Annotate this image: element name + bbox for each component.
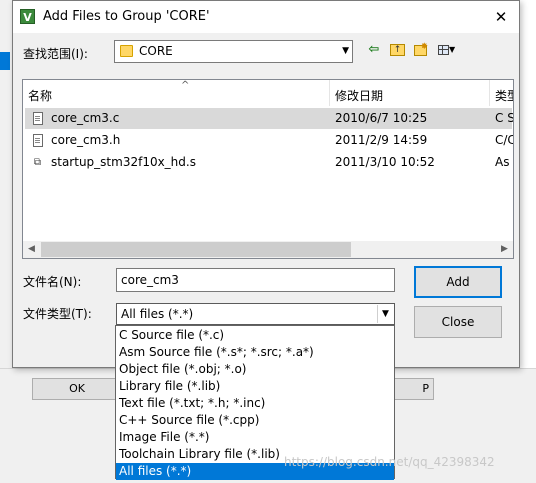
file-type-select[interactable]: All files (*.*) ▼: [116, 303, 395, 325]
file-name: core_cm3.c: [51, 111, 120, 125]
dropdown-option[interactable]: C++ Source file (*.cpp): [116, 412, 394, 429]
file-date: 2011/3/10 10:52: [335, 155, 435, 169]
dialog-title: Add Files to Group 'CORE': [43, 9, 210, 24]
c-file-icon: [33, 112, 43, 125]
asm-file-icon: ⧉: [33, 157, 42, 168]
scroll-right-icon[interactable]: ▶: [496, 241, 513, 258]
title-bar: V Add Files to Group 'CORE' ✕: [13, 1, 519, 33]
list-header: ^ 名称 修改日期 类型: [23, 80, 513, 106]
file-type-label: 文件类型(T):: [23, 307, 92, 321]
file-list[interactable]: ^ 名称 修改日期 类型 core_cm3.c 2010/6/7 10:25 C…: [22, 79, 514, 259]
file-type: C/C: [495, 133, 513, 147]
column-header-type[interactable]: 类型: [489, 80, 513, 106]
file-date: 2010/6/7 10:25: [335, 111, 428, 125]
column-header-date[interactable]: 修改日期: [329, 80, 489, 106]
h-file-icon: [33, 134, 43, 147]
scroll-left-icon[interactable]: ◀: [23, 241, 40, 258]
watermark-text: https://blog.csdn.net/qq_42398342: [284, 455, 495, 469]
file-name-label: 文件名(N):: [23, 275, 82, 289]
file-type: C S: [495, 111, 513, 125]
close-icon[interactable]: ✕: [489, 5, 513, 29]
file-date: 2011/2/9 14:59: [335, 133, 428, 147]
file-row[interactable]: core_cm3.h 2011/2/9 14:59 C/C: [25, 130, 513, 151]
add-files-dialog: V Add Files to Group 'CORE' ✕ 查找范围(I): C…: [12, 0, 520, 368]
background-ok-button[interactable]: OK: [32, 378, 122, 400]
look-in-value: CORE: [139, 44, 173, 58]
file-name: startup_stm32f10x_hd.s: [51, 155, 196, 169]
look-in-combo[interactable]: CORE ▼: [114, 40, 353, 63]
dropdown-option[interactable]: C Source file (*.c): [116, 327, 394, 344]
file-name: core_cm3.h: [51, 133, 121, 147]
back-arrow-icon[interactable]: ⇦: [365, 41, 383, 59]
keil-app-icon: V: [20, 9, 35, 24]
file-row[interactable]: ⧉ startup_stm32f10x_hd.s 2011/3/10 10:52…: [25, 152, 512, 173]
dropdown-option[interactable]: Text file (*.txt; *.h; *.inc): [116, 395, 394, 412]
column-header-name[interactable]: 名称: [23, 80, 329, 106]
dropdown-option[interactable]: Asm Source file (*.s*; *.src; *.a*): [116, 344, 394, 361]
chevron-down-icon[interactable]: ▼: [377, 305, 393, 323]
file-type: As: [495, 155, 510, 169]
close-button[interactable]: Close: [414, 306, 502, 338]
up-folder-icon[interactable]: ↑: [389, 41, 407, 59]
folder-icon: [120, 45, 133, 57]
dropdown-option[interactable]: Object file (*.obj; *.o): [116, 361, 394, 378]
file-name-input[interactable]: core_cm3: [116, 268, 395, 292]
new-folder-icon[interactable]: ✸: [413, 41, 431, 59]
dropdown-option[interactable]: Image File (*.*): [116, 429, 394, 446]
dropdown-option[interactable]: Library file (*.lib): [116, 378, 394, 395]
look-in-label: 查找范围(I):: [23, 47, 88, 61]
file-type-value: All files (*.*): [121, 307, 194, 321]
background-selection-strip: [0, 52, 10, 70]
add-button[interactable]: Add: [414, 266, 502, 298]
scrollbar-thumb[interactable]: [41, 242, 351, 257]
file-row[interactable]: core_cm3.c 2010/6/7 10:25 C S: [25, 108, 513, 129]
view-menu-icon[interactable]: ▼: [437, 41, 455, 59]
horizontal-scrollbar[interactable]: ◀ ▶: [23, 241, 513, 258]
chevron-down-icon[interactable]: ▼: [342, 44, 349, 59]
